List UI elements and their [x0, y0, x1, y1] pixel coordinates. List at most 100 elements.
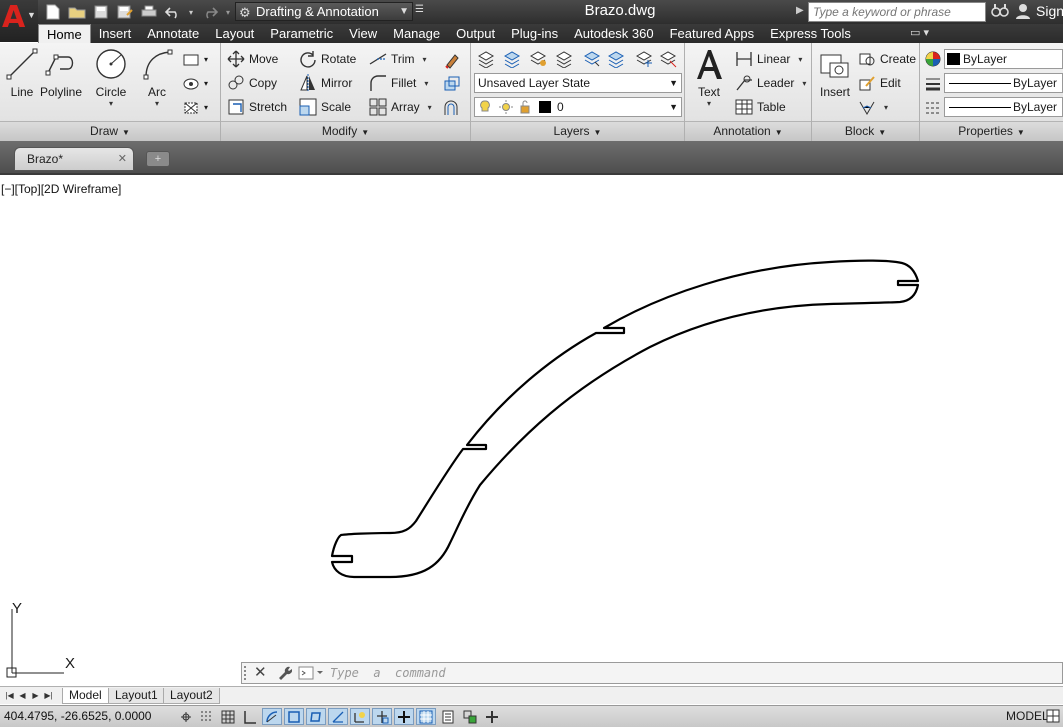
tab-layout2[interactable]: Layout2 — [163, 688, 220, 704]
polar-tracking-icon[interactable] — [262, 708, 282, 725]
block-attributes-dropdown-icon[interactable]: ▾ — [884, 103, 888, 112]
tab-annotate[interactable]: Annotate — [139, 24, 207, 43]
circle-button[interactable]: Circle ▾ — [89, 47, 133, 108]
text-dropdown-icon[interactable]: ▾ — [687, 99, 731, 108]
save-as-icon[interactable] — [114, 3, 135, 22]
previous-layout-icon[interactable]: ◀ — [17, 689, 28, 702]
tab-view[interactable]: View — [341, 24, 385, 43]
mirror-button[interactable]: Mirror — [299, 72, 352, 94]
undo-icon[interactable] — [162, 3, 183, 22]
grid-display-icon[interactable] — [218, 708, 238, 725]
tab-home[interactable]: Home — [38, 24, 91, 43]
match-properties-icon[interactable] — [922, 48, 944, 69]
create-block-button[interactable]: Create — [858, 48, 916, 70]
lineweight-dropdown[interactable]: ByLayer — [944, 73, 1063, 93]
save-icon[interactable] — [90, 3, 111, 22]
ortho-mode-icon[interactable] — [240, 708, 260, 725]
tab-manage[interactable]: Manage — [385, 24, 448, 43]
stretch-button[interactable]: Stretch — [227, 96, 287, 118]
color-dropdown[interactable]: ByLayer — [944, 49, 1063, 69]
layer-match-icon[interactable] — [581, 48, 603, 69]
3d-object-snap-icon[interactable] — [306, 708, 326, 725]
search-input[interactable] — [808, 2, 986, 22]
chevron-down-icon[interactable]: ▾ — [200, 97, 212, 118]
edit-block-button[interactable]: Edit — [858, 72, 901, 94]
trim-button[interactable]: Trim ▾ — [369, 48, 427, 70]
tab-plug-ins[interactable]: Plug-ins — [503, 24, 566, 43]
customize-toolbar-icon[interactable]: ☰ — [415, 4, 424, 15]
move-button[interactable]: Move — [227, 48, 278, 70]
layer-unisolate-icon[interactable] — [553, 48, 575, 69]
binoculars-icon[interactable] — [990, 3, 1010, 21]
workspace-selector[interactable]: ⚙ Drafting & Annotation ▼ — [235, 2, 413, 21]
user-icon[interactable] — [1012, 3, 1034, 21]
object-snap-icon[interactable] — [284, 708, 304, 725]
linetype-icon[interactable] — [922, 97, 944, 118]
dynamic-input-icon[interactable] — [372, 708, 392, 725]
erase-icon[interactable] — [441, 49, 463, 70]
tab-insert[interactable]: Insert — [91, 24, 140, 43]
layer-off-icon[interactable] — [657, 48, 679, 69]
rectangle-icon[interactable] — [180, 49, 202, 70]
array-dropdown-icon[interactable]: ▾ — [428, 103, 432, 112]
layer-state-dropdown[interactable]: Unsaved Layer State ▼ — [474, 73, 682, 93]
last-layout-icon[interactable]: ▶| — [43, 689, 54, 702]
command-history-icon[interactable] — [298, 666, 324, 680]
plot-printer-icon[interactable] — [138, 3, 159, 22]
new-drawing-tab-icon[interactable]: + — [146, 151, 170, 167]
infer-constraints-icon[interactable] — [176, 708, 196, 725]
sign-in-link[interactable]: Sign — [1036, 3, 1063, 19]
first-layout-icon[interactable]: |◀ — [4, 689, 15, 702]
properties-panel-title[interactable]: Properties ▼ — [920, 121, 1063, 141]
new-file-icon[interactable] — [42, 3, 63, 22]
tab-express-tools[interactable]: Express Tools — [762, 24, 859, 43]
close-icon[interactable]: ✕ — [254, 663, 267, 683]
close-icon[interactable]: ✕ — [118, 148, 127, 170]
annotation-monitor-icon[interactable] — [482, 708, 502, 725]
copy-button[interactable]: Copy — [227, 72, 277, 94]
drag-handle-icon[interactable] — [244, 666, 248, 680]
selection-cycling-icon[interactable] — [460, 708, 480, 725]
layer-dropdown[interactable]: 0 ▼ — [474, 97, 682, 117]
viewport-scale-icon[interactable] — [1046, 709, 1060, 726]
command-input[interactable] — [326, 663, 1046, 683]
application-menu-button[interactable]: A ▼ — [0, 0, 38, 42]
block-attributes-button[interactable]: ▾ — [858, 96, 888, 118]
layer-freeze-icon[interactable] — [633, 48, 655, 69]
dynamic-ucs-icon[interactable] — [350, 708, 370, 725]
leader-dropdown-icon[interactable]: ▾ — [802, 79, 806, 88]
annotation-panel-title[interactable]: Annotation ▼ — [685, 121, 811, 141]
wrench-icon[interactable] — [276, 665, 293, 684]
circle-dropdown-icon[interactable]: ▾ — [89, 99, 133, 108]
layer-states-icon[interactable] — [501, 48, 523, 69]
chevron-down-icon[interactable]: ▾ — [200, 49, 212, 70]
explode-icon[interactable] — [441, 73, 463, 94]
array-button[interactable]: Array ▾ — [369, 96, 432, 118]
open-folder-icon[interactable] — [66, 3, 87, 22]
polyline-button[interactable]: Polyline — [38, 47, 84, 99]
tab-layout1[interactable]: Layout1 — [108, 688, 165, 704]
layer-previous-icon[interactable] — [605, 48, 627, 69]
ribbon-minimize-icon[interactable]: ▭ ▾ — [910, 24, 929, 43]
next-layout-icon[interactable]: ▶ — [30, 689, 41, 702]
insert-block-button[interactable]: Insert — [814, 47, 856, 99]
tab-model[interactable]: Model — [62, 688, 109, 704]
drawing-canvas[interactable]: [−][Top][2D Wireframe] Y X — [0, 177, 1063, 685]
boundary-icon[interactable] — [180, 97, 202, 118]
cursor-coordinates[interactable]: 404.4795, -26.6525, 0.0000 — [4, 706, 151, 727]
snap-mode-icon[interactable] — [196, 708, 216, 725]
object-snap-tracking-icon[interactable] — [328, 708, 348, 725]
tab-featured-apps[interactable]: Featured Apps — [662, 24, 763, 43]
fillet-dropdown-icon[interactable]: ▾ — [424, 79, 428, 88]
scale-button[interactable]: Scale — [299, 96, 351, 118]
layers-panel-title[interactable]: Layers ▼ — [471, 121, 684, 141]
trim-dropdown-icon[interactable]: ▾ — [423, 55, 427, 64]
layer-properties-icon[interactable] — [475, 48, 497, 69]
tab-output[interactable]: Output — [448, 24, 503, 43]
block-panel-title[interactable]: Block ▼ — [812, 121, 919, 141]
linear-dimension-button[interactable]: Linear ▾ — [735, 48, 802, 70]
draw-panel-title[interactable]: Draw ▼ — [0, 121, 220, 141]
text-button[interactable]: Text ▾ — [687, 47, 731, 108]
layer-isolate-icon[interactable] — [527, 48, 549, 69]
transparency-icon[interactable] — [416, 708, 436, 725]
